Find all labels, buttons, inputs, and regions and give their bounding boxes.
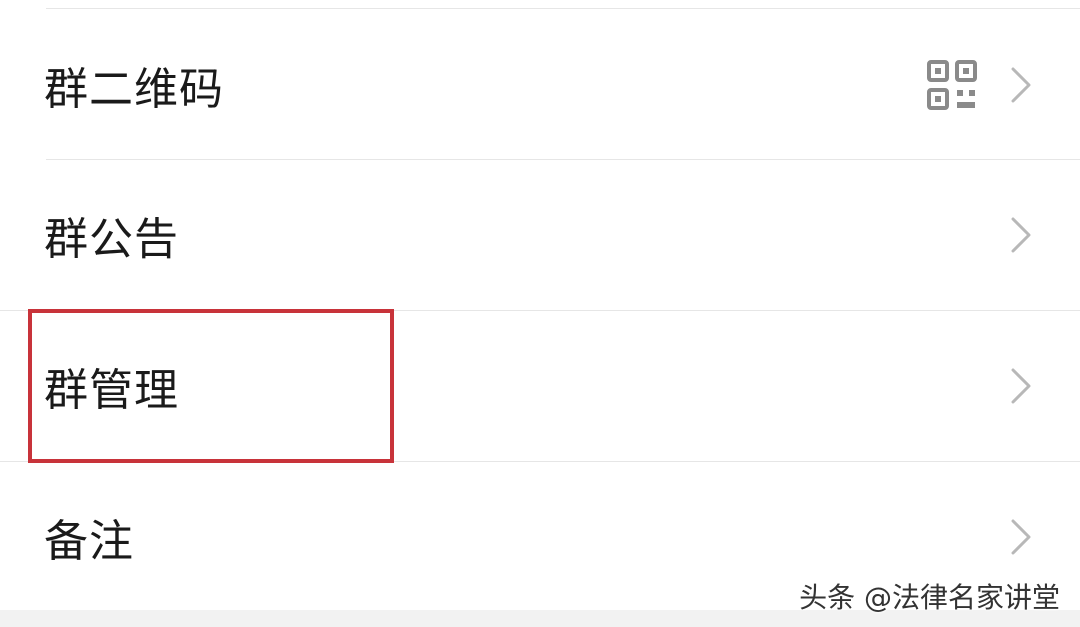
group-announcement-row[interactable]: 群公告 xyxy=(0,160,1080,310)
group-qr-code-label: 群二维码 xyxy=(44,64,224,115)
group-announcement-label: 群公告 xyxy=(44,214,179,265)
chevron-right-icon xyxy=(1011,217,1031,253)
group-management-row[interactable]: 群管理 xyxy=(0,311,1080,461)
remark-label: 备注 xyxy=(44,516,134,567)
group-management-label: 群管理 xyxy=(44,365,179,416)
group-settings-panel: 群二维码 群公告 群管理 备注 xyxy=(0,0,1080,610)
chevron-right-icon xyxy=(1011,67,1031,103)
divider xyxy=(46,8,1080,9)
chevron-right-icon xyxy=(1011,519,1031,555)
watermark: 头条 @法律名家讲堂 xyxy=(799,581,1060,614)
qr-code-icon xyxy=(927,60,977,110)
group-qr-code-row[interactable]: 群二维码 xyxy=(0,10,1080,160)
chevron-right-icon xyxy=(1011,368,1031,404)
